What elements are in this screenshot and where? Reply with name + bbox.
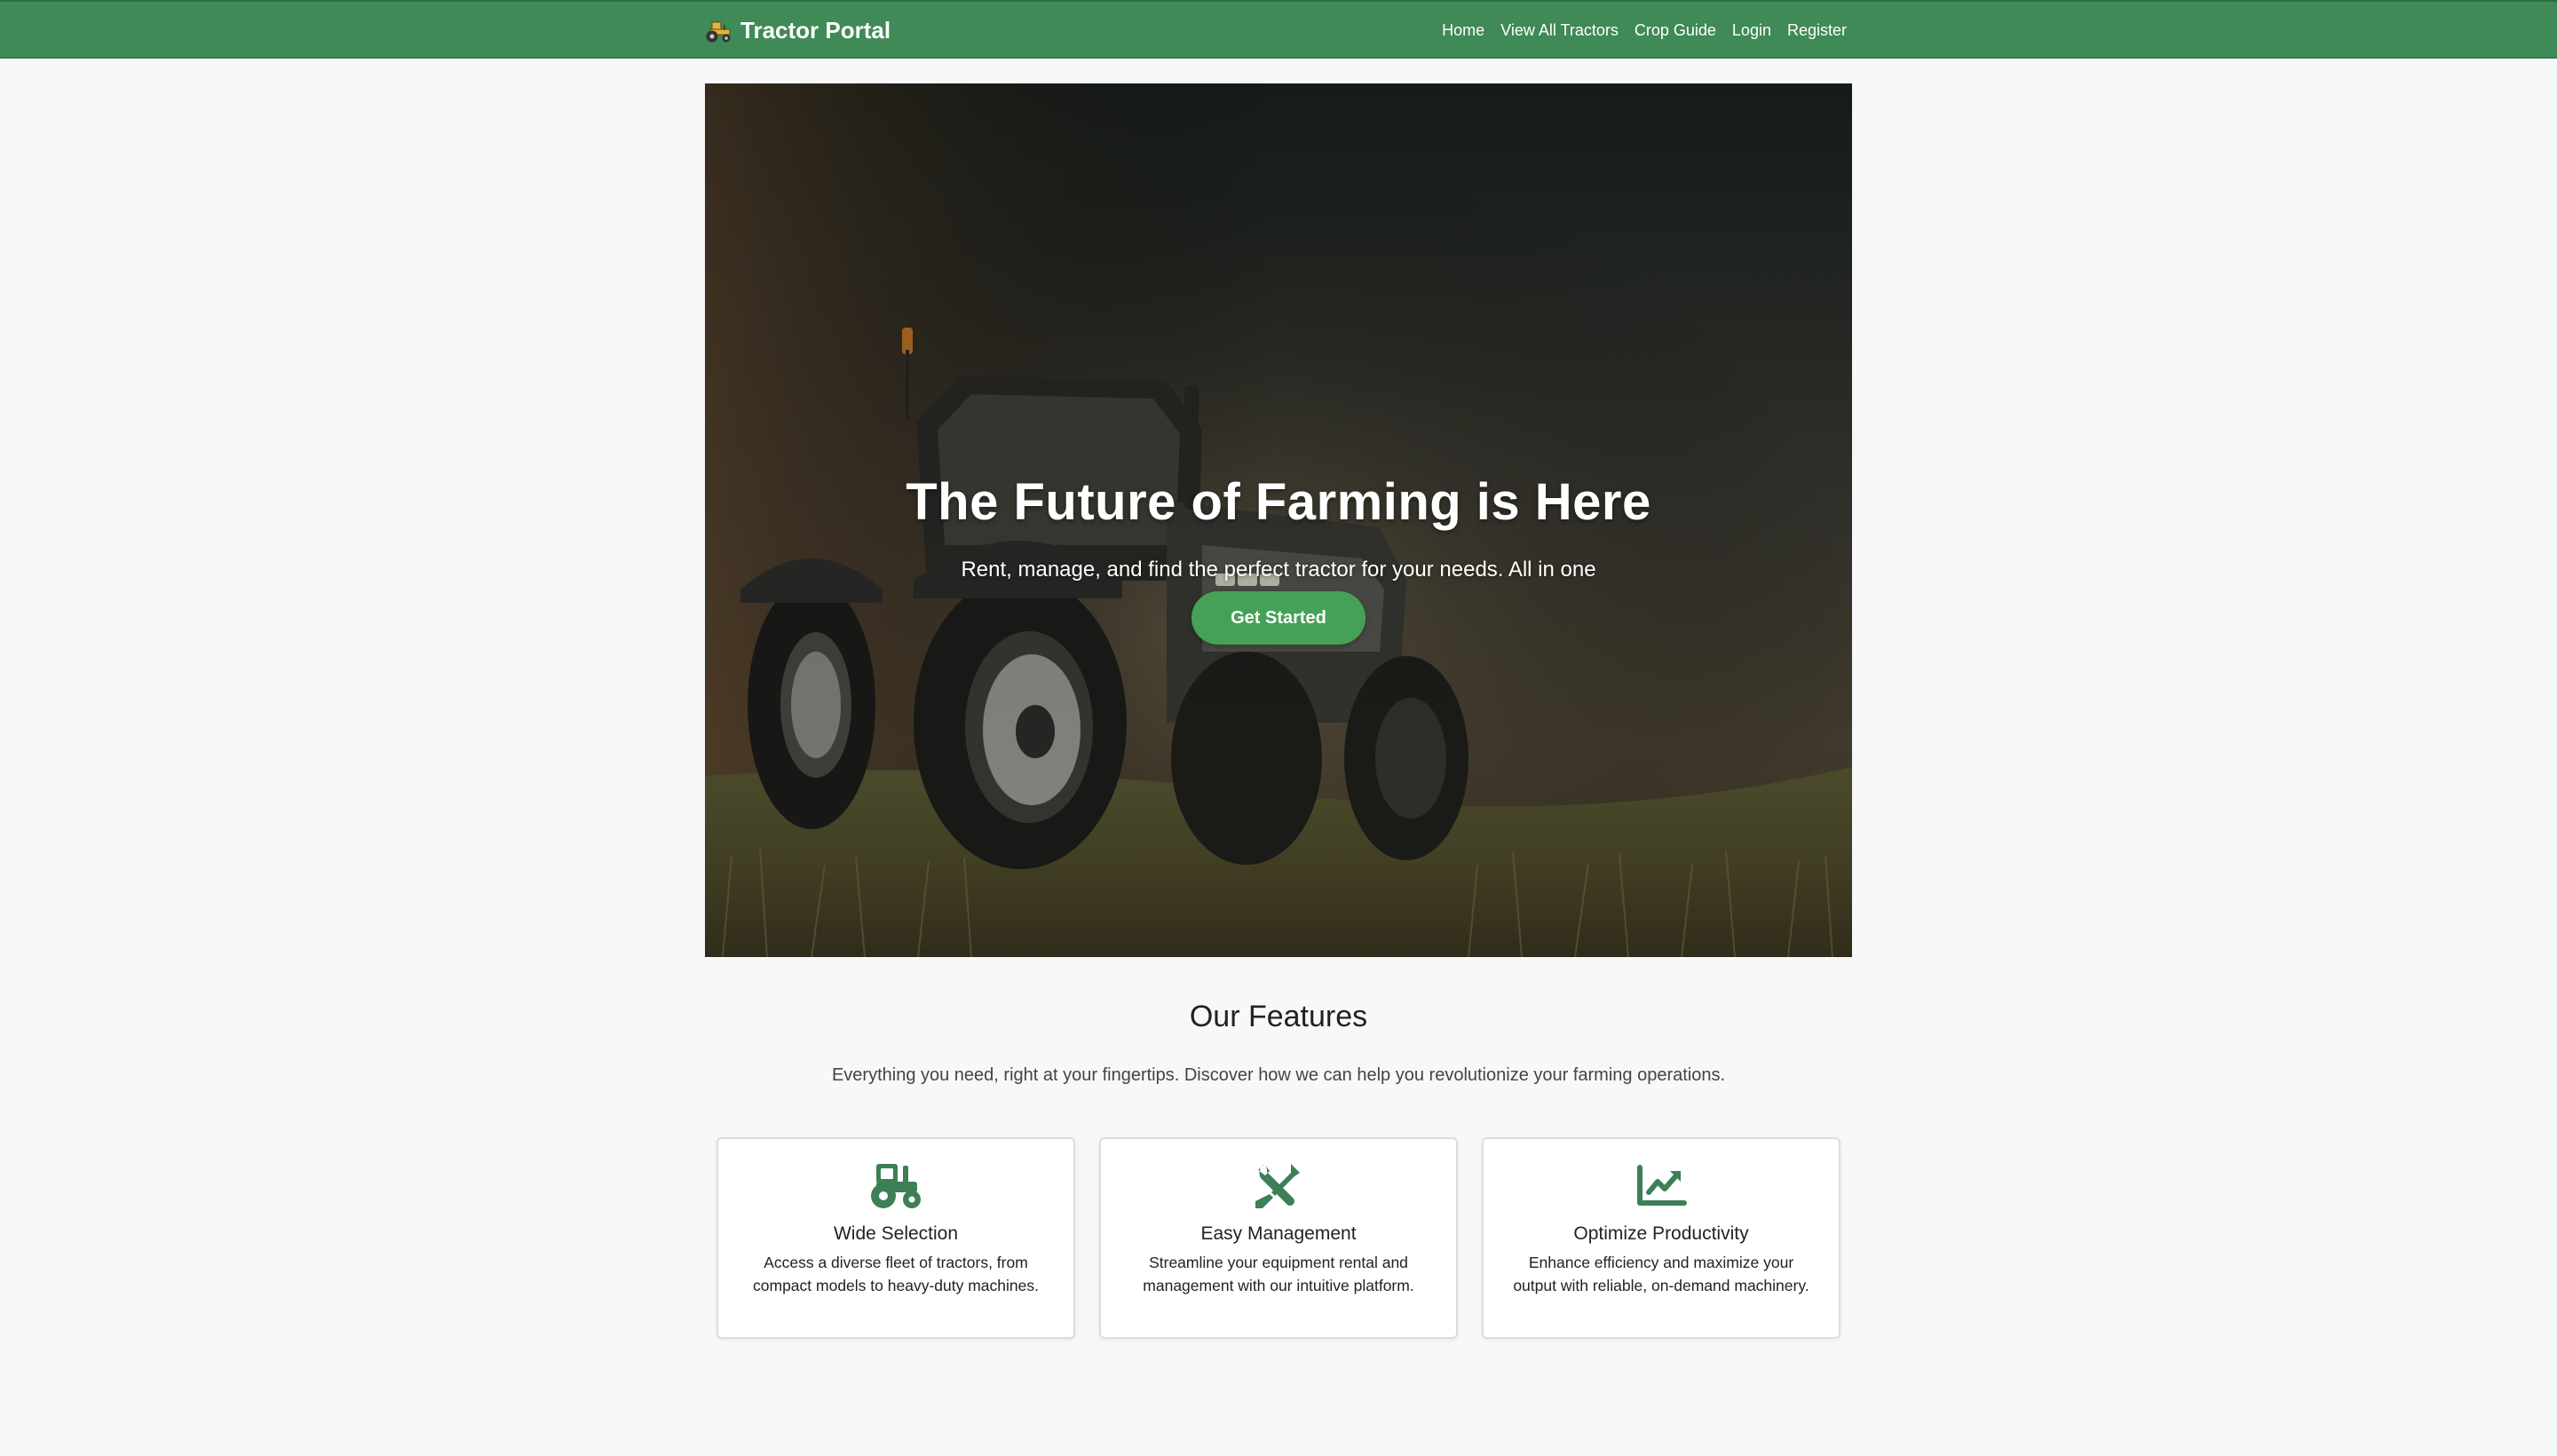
nav-links: Home View All Tractors Crop Guide Login … [1442,2,1847,59]
hero-title: The Future of Farming is Here [906,473,1651,531]
feature-card-description: Access a diverse fleet of tractors, from… [753,1254,1039,1294]
feature-card-description: Enhance efficiency and maximize your out… [1513,1254,1809,1294]
features-title: Our Features [1189,1000,1368,1033]
feature-card-optimize-productivity: Optimize Productivity Enhance efficiency… [1482,1137,1841,1339]
brand-name: Tractor Portal [740,16,891,44]
top-navbar: Tractor Portal Home View All Tractors Cr… [0,0,2557,59]
feature-card-title: Optimize Productivity [1573,1223,1749,1244]
tractor-emoji-icon [703,17,733,44]
tools-icon [1250,1160,1307,1210]
get-started-button[interactable]: Get Started [1191,591,1366,645]
feature-card-easy-management: Easy Management Streamline your equipmen… [1099,1137,1458,1339]
hero-section: The Future of Farming is Here Rent, mana… [705,83,1852,957]
nav-link-login[interactable]: Login [1732,21,1771,40]
feature-card-title: Easy Management [1200,1223,1357,1244]
nav-link-register[interactable]: Register [1787,21,1847,40]
features-subtitle: Everything you need, right at your finge… [831,1065,1726,1085]
feature-card-description: Streamline your equipment rental and man… [1143,1254,1414,1294]
brand-link[interactable]: Tractor Portal [703,2,891,59]
tractor-icon [867,1160,924,1210]
feature-card-wide-selection: Wide Selection Access a diverse fleet of… [716,1137,1075,1339]
nav-link-crop-guide[interactable]: Crop Guide [1635,21,1716,40]
chart-line-icon [1633,1160,1690,1210]
nav-link-view-all-tractors[interactable]: View All Tractors [1500,21,1619,40]
feature-card-title: Wide Selection [833,1223,959,1244]
nav-link-home[interactable]: Home [1442,21,1484,40]
